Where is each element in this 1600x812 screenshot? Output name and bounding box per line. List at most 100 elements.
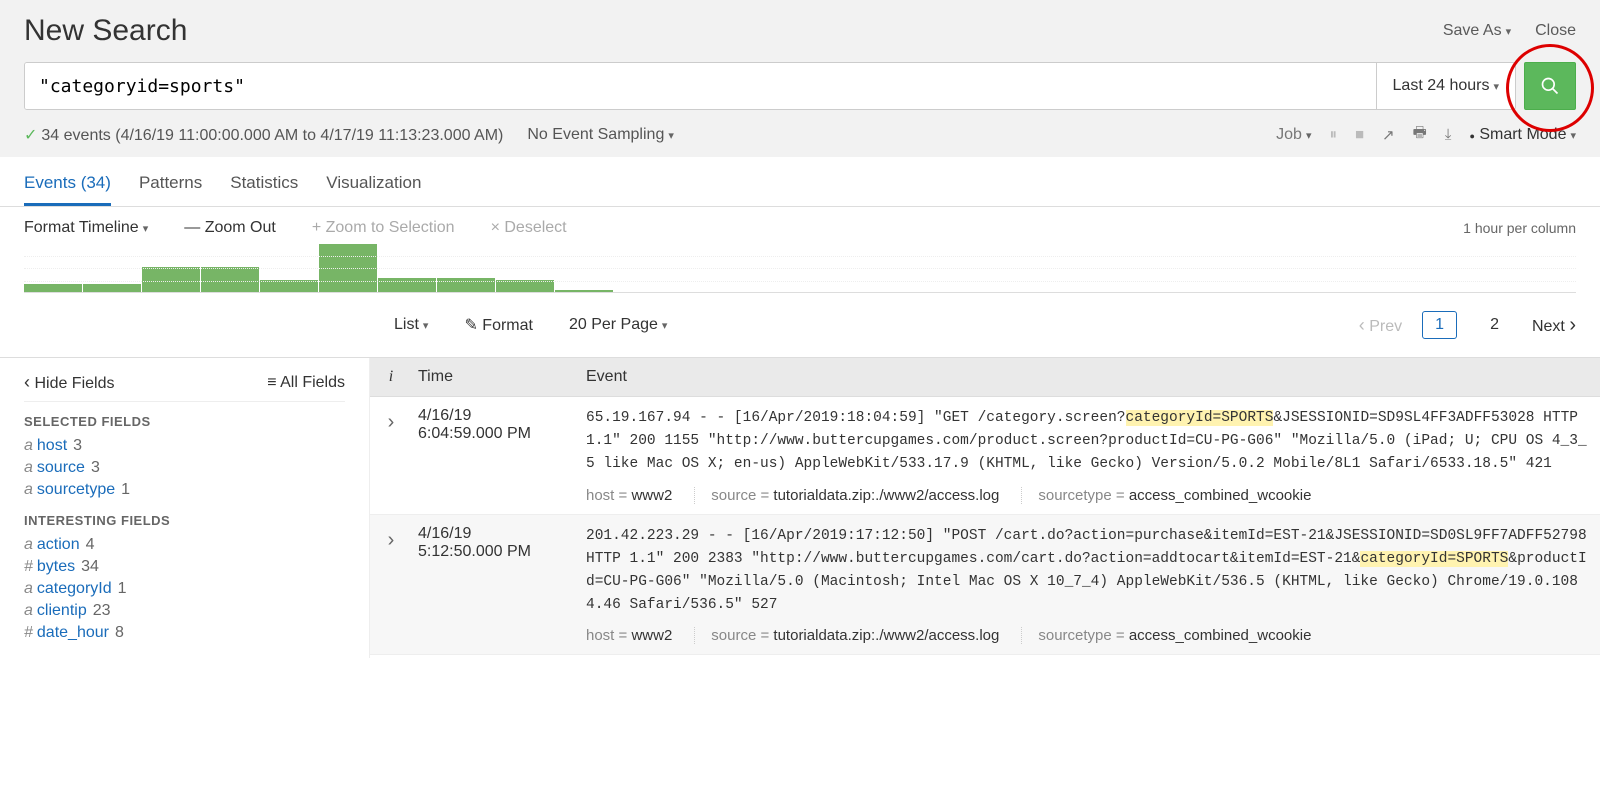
job-menu[interactable]: Job (1276, 126, 1311, 144)
meta-sourcetype[interactable]: sourcetype = access_combined_wcookie (1021, 627, 1311, 644)
fields-panel: Hide Fields All Fields SELECTED FIELDS a… (0, 358, 370, 658)
smart-mode-menu[interactable]: Smart Mode (1469, 126, 1576, 144)
status-right: Job ⏸ ■ ↗ 🖶 ⤓ Smart Mode (1276, 122, 1576, 147)
per-page-menu[interactable]: 20 Per Page (569, 316, 667, 334)
field-name[interactable]: source (37, 459, 85, 476)
close-button[interactable]: Close (1535, 22, 1576, 40)
tab-events[interactable]: Events (34) (24, 165, 111, 206)
page-title: New Search (24, 14, 187, 48)
zoom-selection-button[interactable]: + Zoom to Selection (312, 219, 455, 237)
chevron-right-icon (1569, 318, 1576, 335)
timerange-picker[interactable]: Last 24 hours (1376, 63, 1515, 109)
field-count: 3 (91, 459, 100, 476)
field-row[interactable]: ahost 3 (24, 435, 345, 457)
title-actions: Save As Close (1443, 22, 1576, 40)
check-icon: ✓ (24, 127, 37, 144)
col-info[interactable]: i (370, 358, 412, 396)
deselect-button[interactable]: × Deselect (491, 219, 567, 237)
field-row[interactable]: asourcetype1 (24, 479, 345, 501)
field-name[interactable]: action (37, 536, 80, 553)
list-view-menu[interactable]: List (394, 316, 428, 334)
field-type: a (24, 437, 33, 454)
events-table-body: 4/16/196:04:59.000 PM65.19.167.94 - - [1… (370, 397, 1600, 655)
field-name[interactable]: clientip (37, 602, 87, 619)
expand-event-button[interactable] (370, 407, 412, 504)
format-button[interactable]: Format (464, 315, 533, 335)
match-highlight: categoryId=SPORTS (1126, 410, 1274, 426)
search-button[interactable] (1524, 62, 1576, 110)
col-time[interactable]: Time (412, 358, 580, 396)
all-fields-button[interactable]: All Fields (267, 374, 345, 392)
events-table: i Time Event 4/16/196:04:59.000 PM65.19.… (370, 358, 1600, 658)
chevron-right-icon (388, 533, 395, 549)
field-name[interactable]: sourcetype (37, 481, 115, 498)
field-row[interactable]: #bytes34 (24, 556, 345, 578)
event-row: 4/16/195:12:50.000 PM201.42.223.29 - - [… (370, 515, 1600, 656)
zoom-out-button[interactable]: — Zoom Out (184, 219, 276, 237)
field-row[interactable]: aclientip23 (24, 600, 345, 622)
field-count: 34 (81, 558, 99, 575)
field-count: 3 (73, 437, 82, 454)
fields-header: Hide Fields All Fields (24, 372, 345, 402)
search-input[interactable] (25, 63, 1376, 109)
search-bar: Last 24 hours (24, 62, 1516, 110)
field-row[interactable]: asource 3 (24, 457, 345, 479)
page-2[interactable]: 2 (1477, 311, 1512, 339)
event-raw[interactable]: 201.42.223.29 - - [16/Apr/2019:17:12:50]… (586, 525, 1588, 618)
field-type: # (24, 624, 33, 641)
print-icon[interactable]: 🖶 (1413, 122, 1427, 147)
selected-fields-title: SELECTED FIELDS (24, 414, 345, 429)
download-icon[interactable]: ⤓ (1445, 126, 1452, 143)
field-row[interactable]: #date_hour 8 (24, 622, 345, 644)
expand-event-button[interactable] (370, 525, 412, 645)
field-count: 23 (93, 602, 111, 619)
tab-visualization[interactable]: Visualization (326, 165, 421, 206)
meta-host[interactable]: host = www2 (586, 627, 672, 644)
event-meta: host = www2 source = tutorialdata.zip:./w… (586, 487, 1588, 504)
field-name[interactable]: host (37, 437, 67, 454)
field-row[interactable]: aaction4 (24, 534, 345, 556)
field-name[interactable]: bytes (37, 558, 75, 575)
field-name[interactable]: categoryId (37, 580, 112, 597)
col-event[interactable]: Event (580, 358, 1600, 396)
timeline-granularity: 1 hour per column (1463, 220, 1576, 236)
field-name[interactable]: date_hour (37, 624, 109, 641)
timeline-chart[interactable] (0, 243, 1600, 293)
events-table-head: i Time Event (370, 358, 1600, 397)
event-raw[interactable]: 65.19.167.94 - - [16/Apr/2019:18:04:59] … (586, 407, 1588, 477)
interesting-fields-list: aaction4#bytes34acategoryId1aclientip23#… (24, 534, 345, 644)
hide-fields-button[interactable]: Hide Fields (24, 372, 114, 393)
chevron-right-icon (388, 415, 395, 431)
format-timeline-menu[interactable]: Format Timeline (24, 219, 148, 237)
save-as-menu[interactable]: Save As (1443, 22, 1511, 40)
field-type: a (24, 459, 33, 476)
stop-icon[interactable]: ■ (1355, 126, 1364, 143)
title-row: New Search Save As Close (24, 14, 1576, 48)
event-time: 4/16/195:12:50.000 PM (412, 525, 580, 645)
meta-source[interactable]: source = tutorialdata.zip:./www2/access.… (694, 487, 999, 504)
meta-source[interactable]: source = tutorialdata.zip:./www2/access.… (694, 627, 999, 644)
sampling-menu[interactable]: No Event Sampling (527, 126, 674, 144)
event-meta: host = www2 source = tutorialdata.zip:./w… (586, 627, 1588, 644)
field-count: 1 (118, 580, 127, 597)
search-row: Last 24 hours (24, 62, 1576, 110)
tab-patterns[interactable]: Patterns (139, 165, 202, 206)
next-page[interactable]: Next (1532, 314, 1576, 337)
chevron-left-icon (24, 375, 30, 392)
list-icon (267, 374, 276, 391)
field-count: 8 (115, 624, 124, 641)
event-body: 201.42.223.29 - - [16/Apr/2019:17:12:50]… (580, 525, 1600, 645)
field-row[interactable]: acategoryId1 (24, 578, 345, 600)
interesting-fields-title: INTERESTING FIELDS (24, 513, 345, 528)
pause-icon[interactable]: ⏸ (1329, 126, 1337, 143)
page-1[interactable]: 1 (1422, 311, 1457, 339)
search-button-wrap (1524, 62, 1576, 110)
prev-page[interactable]: Prev (1359, 315, 1402, 336)
meta-host[interactable]: host = www2 (586, 487, 672, 504)
field-count: 4 (86, 536, 95, 553)
share-icon[interactable]: ↗ (1382, 126, 1395, 144)
tab-statistics[interactable]: Statistics (230, 165, 298, 206)
bulb-icon (1469, 126, 1474, 143)
meta-sourcetype[interactable]: sourcetype = access_combined_wcookie (1021, 487, 1311, 504)
results-toolbar-left: List Format 20 Per Page (394, 315, 667, 335)
